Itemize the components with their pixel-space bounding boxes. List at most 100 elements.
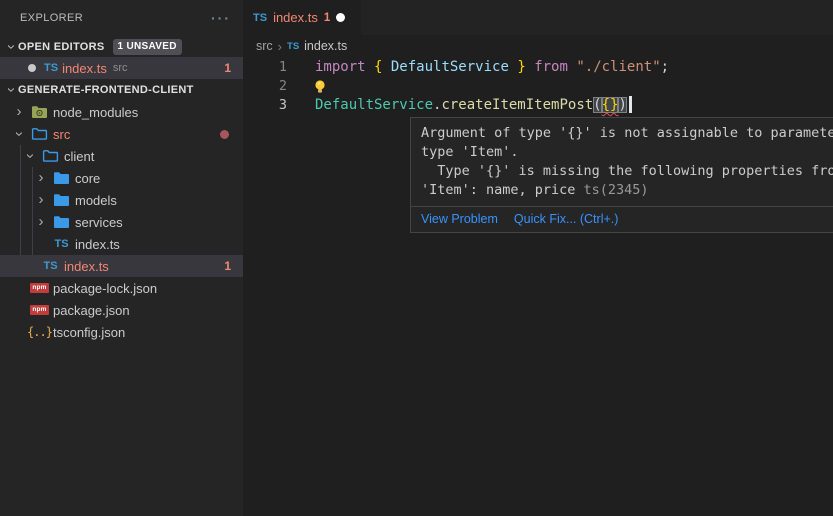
folder-open-icon (42, 149, 59, 163)
tab-index-ts[interactable]: TS index.ts 1 (243, 0, 361, 35)
open-editors-label: OPEN EDITORS (18, 41, 105, 53)
tree-item-tsconfig-json[interactable]: {..} tsconfig.json (0, 321, 243, 343)
explorer-title: EXPLORER (20, 12, 83, 24)
folder-icon (53, 193, 70, 207)
npm-file-icon: npm (30, 305, 48, 316)
typescript-file-icon: TS (44, 62, 58, 74)
chevron-down-icon[interactable]: › (6, 83, 16, 97)
token-default-service: DefaultService (315, 97, 433, 113)
tree-item-core[interactable]: › core (0, 167, 243, 189)
npm-file-icon: npm (30, 283, 48, 294)
tree-item-label: src (53, 127, 70, 142)
tree-item-package-lock-json[interactable]: npm package-lock.json (0, 277, 243, 299)
tree-item-label: tsconfig.json (53, 325, 125, 340)
text-cursor (629, 96, 632, 113)
tree-item-label: services (75, 215, 123, 230)
tree-item-label: core (75, 171, 100, 186)
tree-item-models[interactable]: › models (0, 189, 243, 211)
chevron-right-icon[interactable]: › (34, 173, 48, 183)
hover-message: Argument of type '{}' is not assignable … (411, 118, 833, 206)
unsaved-badge: 1 UNSAVED (113, 39, 182, 55)
error-hover-tooltip: Argument of type '{}' is not assignable … (410, 117, 833, 233)
breadcrumb-folder[interactable]: src (256, 39, 273, 53)
breadcrumb: src › TS index.ts (243, 35, 833, 57)
chevron-down-icon[interactable]: › (14, 127, 24, 141)
tab-filename: index.ts (273, 10, 318, 25)
typescript-file-icon: TS (43, 260, 57, 272)
hover-message-line: 'Item': name, price ts(2345) (421, 181, 833, 200)
line-number-2: 2 (243, 77, 287, 96)
folder-icon (53, 215, 70, 229)
breadcrumb-file[interactable]: index.ts (304, 39, 347, 53)
modified-dot-icon (28, 64, 36, 72)
open-editor-item-index-ts[interactable]: TS index.ts src 1 (0, 57, 243, 79)
tree-item-node-modules[interactable]: › node_modules (0, 101, 243, 123)
view-problem-link[interactable]: View Problem (421, 212, 498, 226)
token-open-brace: { (366, 59, 391, 75)
code-line-1[interactable]: import { DefaultService } from "./client… (315, 58, 669, 77)
open-editor-filename: index.ts (62, 61, 107, 76)
tree-item-label: package.json (53, 303, 130, 318)
chevron-down-icon[interactable]: › (25, 149, 35, 163)
token-method-name: createItemItemPost (441, 97, 593, 113)
hover-message-line: Type '{}' is missing the following prope… (421, 162, 833, 181)
tree-item-label: index.ts (64, 259, 109, 274)
tab-error-count: 1 (324, 12, 330, 24)
tree-item-package-json[interactable]: npm package.json (0, 299, 243, 321)
explorer-sidebar: EXPLORER ··· › OPEN EDITORS 1 UNSAVED TS… (0, 0, 243, 516)
project-section-header[interactable]: › GENERATE-FRONTEND-CLIENT (0, 79, 243, 101)
line-number-3: 3 (243, 96, 287, 115)
token-semicolon: ; (661, 59, 669, 75)
token-close-paren: ) (618, 97, 626, 113)
token-close-brace: } (509, 59, 534, 75)
project-label: GENERATE-FRONTEND-CLIENT (18, 84, 194, 96)
chevron-down-icon[interactable]: › (6, 40, 16, 54)
token-from: from (534, 59, 568, 75)
folder-error-dot (220, 130, 229, 139)
node-modules-folder-icon (31, 105, 48, 119)
editor-area: TS index.ts 1 src › TS index.ts 1 2 3 im… (243, 0, 833, 516)
token-module-string: "./client" (568, 59, 661, 75)
tree-item-client-index-ts[interactable]: TS index.ts (0, 233, 243, 255)
json-config-file-icon: {..} (27, 325, 52, 339)
token-import: import (315, 59, 366, 75)
tree-item-label: client (64, 149, 94, 164)
tree-item-src[interactable]: › src (0, 123, 243, 145)
tree-item-label: node_modules (53, 105, 138, 120)
explorer-header: EXPLORER ··· (0, 0, 243, 36)
typescript-file-icon: TS (54, 238, 68, 250)
open-editor-detail: src (113, 62, 128, 74)
breadcrumb-separator-icon: › (278, 39, 282, 54)
hover-message-line: type 'Item'. (421, 143, 833, 162)
code-line-3[interactable]: DefaultService.createItemItemPost({}) (315, 96, 632, 115)
hover-message-line: Argument of type '{}' is not assignable … (421, 124, 833, 143)
error-count-badge: 1 (224, 61, 231, 75)
tab-bar: TS index.ts 1 (243, 0, 833, 35)
unsaved-dot-icon[interactable] (336, 13, 345, 22)
hover-message-line-text: 'Item': name, price (421, 182, 575, 198)
tree-item-src-index-ts-selected[interactable]: TS index.ts 1 (0, 255, 243, 277)
diagnostic-code: ts(2345) (583, 182, 648, 198)
error-count-badge: 1 (224, 259, 231, 273)
chevron-right-icon[interactable]: › (34, 195, 48, 205)
typescript-file-icon: TS (253, 12, 267, 24)
token-empty-object-error: {} (602, 97, 619, 113)
token-default-service: DefaultService (391, 59, 509, 75)
quick-fix-link[interactable]: Quick Fix... (Ctrl+.) (514, 212, 619, 226)
tree-item-services[interactable]: › services (0, 211, 243, 233)
typescript-file-icon: TS (287, 41, 299, 52)
tree-item-label: index.ts (75, 237, 120, 252)
folder-icon (53, 171, 70, 185)
chevron-right-icon[interactable]: › (34, 217, 48, 227)
token-open-paren: ( (593, 97, 601, 113)
file-tree: › node_modules › src › client › (0, 101, 243, 343)
tree-item-label: package-lock.json (53, 281, 157, 296)
tree-item-label: models (75, 193, 117, 208)
line-number-1: 1 (243, 58, 287, 77)
more-actions-icon[interactable]: ··· (211, 13, 231, 23)
tree-item-client[interactable]: › client (0, 145, 243, 167)
folder-open-icon (31, 127, 48, 141)
open-editors-section-header[interactable]: › OPEN EDITORS 1 UNSAVED (0, 36, 243, 57)
chevron-right-icon[interactable]: › (12, 107, 26, 117)
hover-actions-bar: View Problem Quick Fix... (Ctrl+.) (411, 206, 833, 232)
